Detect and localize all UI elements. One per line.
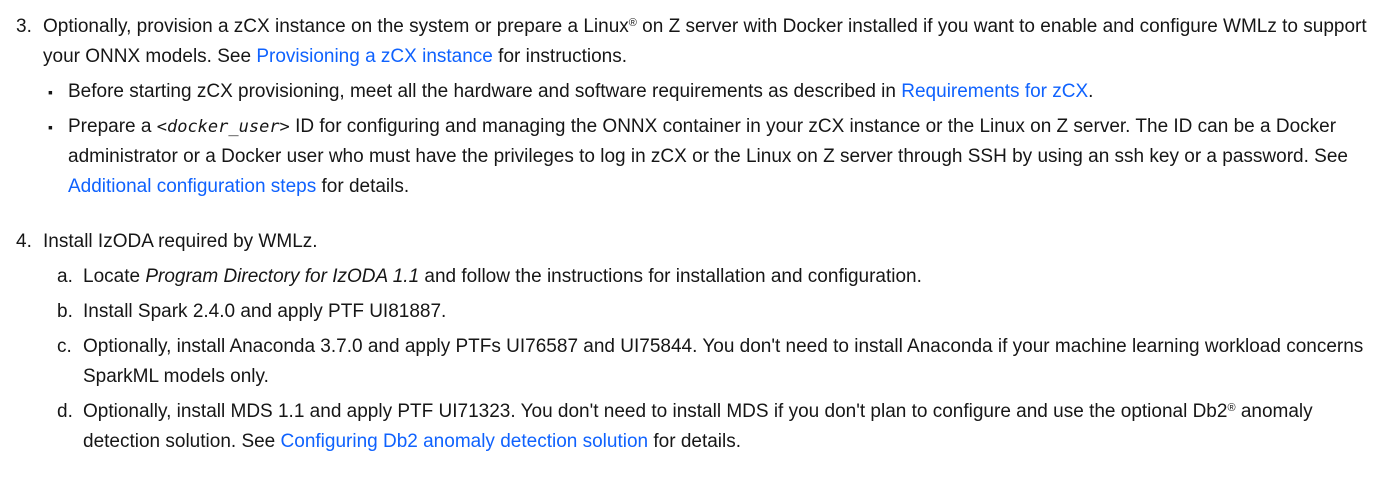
db2-anomaly-link[interactable]: Configuring Db2 anomaly detection soluti… <box>281 431 649 452</box>
registered-mark: ® <box>1227 402 1236 414</box>
additional-config-link[interactable]: Additional configuration steps <box>68 176 316 197</box>
step-number: 3. <box>16 16 32 37</box>
sub-step-d: d. Optionally, install MDS 1.1 and apply… <box>43 397 1367 457</box>
registered-mark: ® <box>628 17 637 29</box>
list-item: ▪ Before starting zCX provisioning, meet… <box>43 77 1367 107</box>
requirements-zcx-link[interactable]: Requirements for zCX <box>901 81 1088 102</box>
sub-step-letter: c. <box>57 336 72 357</box>
instructions-document: 3. Optionally, provision a zCX instance … <box>0 12 1387 457</box>
step-3-text: Optionally, provision a zCX instance on … <box>43 16 1367 67</box>
program-directory-title: Program Directory for IzODA 1.1 <box>145 266 420 287</box>
bullet-list: ▪ Before starting zCX provisioning, meet… <box>43 77 1367 202</box>
docker-user-code: <docker_user> <box>156 117 290 137</box>
step-4: 4. Install IzODA required by WMLz. a. Lo… <box>0 227 1387 457</box>
sub-step-letter: a. <box>57 266 73 287</box>
step-3: 3. Optionally, provision a zCX instance … <box>0 12 1387 202</box>
step-4-text: Install IzODA required by WMLz. <box>43 231 318 252</box>
sub-step-letter: d. <box>57 401 73 422</box>
sub-step-c: c. Optionally, install Anaconda 3.7.0 an… <box>43 332 1367 392</box>
bullet-icon: ▪ <box>48 84 53 100</box>
sub-step-b: b. Install Spark 2.4.0 and apply PTF UI8… <box>43 297 1367 327</box>
bullet-icon: ▪ <box>48 119 53 135</box>
step-number: 4. <box>16 231 32 252</box>
sub-step-letter: b. <box>57 301 73 322</box>
provisioning-zcx-link[interactable]: Provisioning a zCX instance <box>256 46 493 67</box>
sub-step-a: a. Locate Program Directory for IzODA 1.… <box>43 262 1367 292</box>
list-item: ▪ Prepare a <docker_user> ID for configu… <box>43 112 1367 202</box>
